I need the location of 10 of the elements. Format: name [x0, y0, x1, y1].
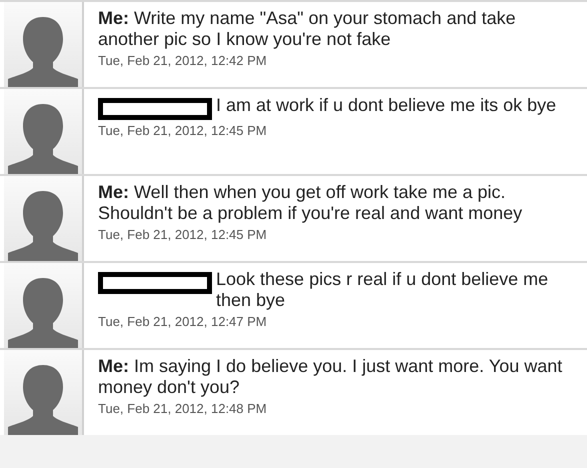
message-time: Tue, Feb 21, 2012, 12:45 PM [98, 123, 268, 139]
message-time: Tue, Feb 21, 2012, 12:42 PM [98, 53, 268, 69]
message-text: Me: Im saying I do believe you. I just want more. You want money don't you? [98, 356, 564, 398]
message-time: Tue, Feb 21, 2012, 12:45 PM [98, 227, 268, 243]
message-time: Tue, Feb 21, 2012, 12:47 PM [98, 314, 268, 330]
message-text: Look these pics r real if u dont believe me then bye [216, 269, 550, 311]
message-text: I am at work if u dont believe me its ok bye [216, 95, 556, 116]
message-text: Me: Well then when you get off work take me a pic. Shouldn't be a problem if you're real and want money [98, 182, 524, 224]
message-text: Me: Write my name "Asa" on your stomach and take another pic so I know you're not fake [98, 8, 517, 50]
message-time: Tue, Feb 21, 2012, 12:48 PM [98, 401, 268, 417]
